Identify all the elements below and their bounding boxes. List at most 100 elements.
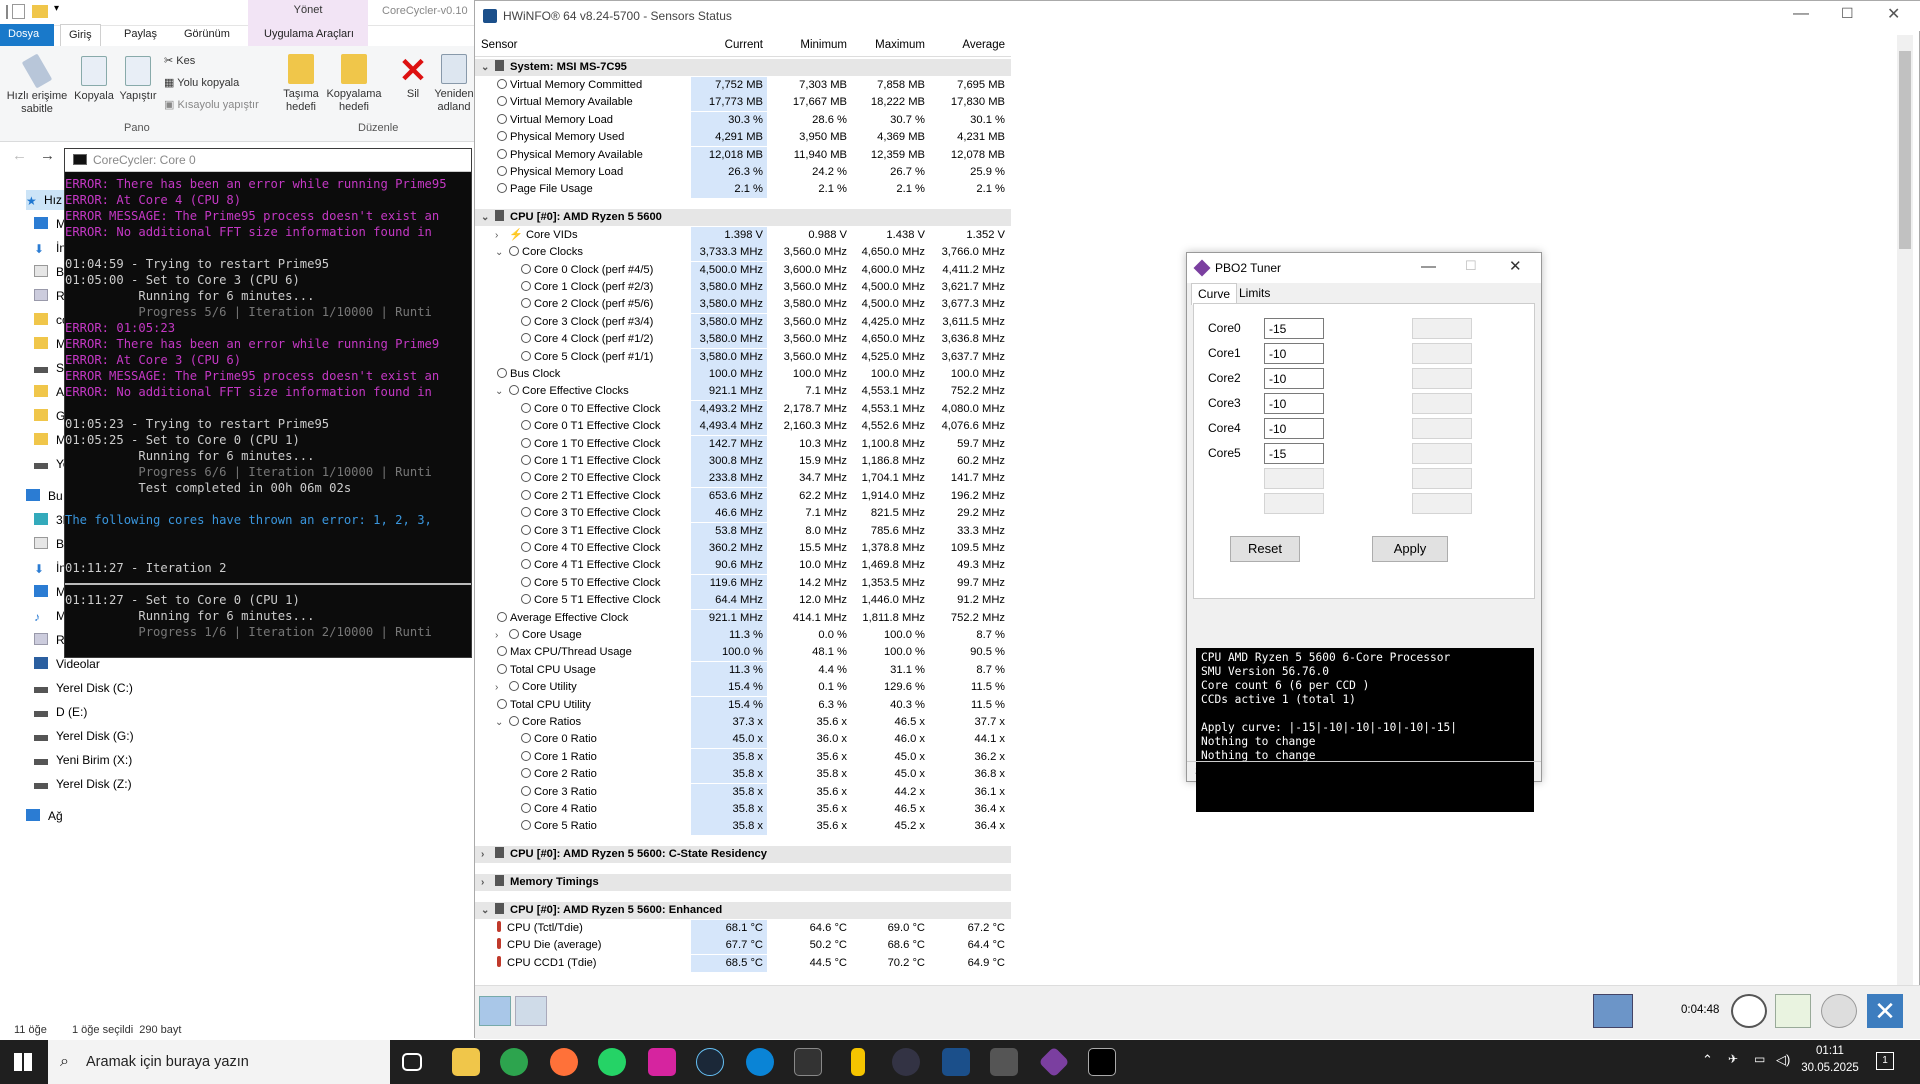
sensor-row[interactable]: Core 4 Ratio 35.8 x 35.6 x 46.5 x 36.4 x (475, 801, 1011, 818)
cut-button[interactable]: ✂ Kes (164, 54, 195, 67)
sensor-row[interactable]: Core 4 T1 Effective Clock 90.6 MHz 10.0 MH… (475, 557, 1011, 575)
arrows-left-right-icon[interactable] (515, 996, 547, 1026)
back-arrow-icon[interactable]: ← (12, 147, 27, 164)
network-icon[interactable] (1593, 994, 1633, 1028)
sensor-row[interactable]: Physical Memory Available 12,018 MB 11,940… (475, 146, 1011, 164)
move-to-button[interactable]: Taşıma hedefi (278, 54, 324, 114)
sensor-row[interactable]: Core 4 Clock (perf #1/2) 3,580.0 MHz 3,560… (475, 331, 1011, 349)
nav-item[interactable]: M (34, 214, 66, 234)
clock-time[interactable]: 01:11 (1800, 1045, 1860, 1057)
collapse-chevron-icon[interactable]: ⌄ (481, 902, 489, 919)
core0-offset-input[interactable] (1264, 318, 1324, 339)
sensor-row[interactable]: Core 5 T1 Effective Clock 64.4 MHz 12.0 MH… (475, 592, 1011, 610)
clock-date[interactable]: 30.05.2025 (1800, 1062, 1860, 1074)
sensor-row[interactable]: ⌄ Core Clocks 3,733.3 MHz 3,560.0 MHz 4,650.… (475, 244, 1011, 262)
windows-start-icon[interactable] (14, 1053, 32, 1071)
arrows-left-right-icon[interactable] (479, 996, 511, 1026)
nav-drive-z[interactable]: Yerel Disk (Z:) (34, 774, 132, 794)
reset-button[interactable]: Reset (1230, 536, 1300, 562)
network-tray-icon[interactable]: ▭ (1754, 1052, 1765, 1066)
tray-app-icon[interactable]: ✈ (1728, 1052, 1738, 1066)
expand-chevron-icon[interactable]: › (495, 627, 498, 644)
nav-drive-c[interactable]: Yerel Disk (C:) (34, 678, 133, 698)
dropdown-icon[interactable]: ▾ (54, 3, 59, 14)
core3-offset-input[interactable] (1264, 393, 1324, 414)
col-sensor[interactable]: Sensor (481, 39, 517, 51)
sensor-section-header[interactable]: ⌄ CPU [#0]: AMD Ryzen 5 5600 (475, 208, 1011, 226)
taskbar-search-box[interactable]: ⌕ Aramak için buraya yazın (48, 1040, 390, 1084)
expand-chevron-icon[interactable]: › (481, 846, 484, 863)
sensor-row[interactable]: Core 0 Ratio 45.0 x 36.0 x 46.0 x 44.1 x (475, 731, 1011, 749)
report-icon[interactable] (1775, 994, 1811, 1028)
tab-limits[interactable]: Limits (1233, 283, 1276, 305)
copy-path-button[interactable]: ▦ Yolu kopyala (164, 76, 239, 89)
file-explorer-taskbar-icon[interactable] (452, 1048, 480, 1076)
nav-item[interactable]: Al (34, 382, 67, 402)
sensor-section-header[interactable]: › Memory Timings (475, 873, 1011, 891)
console-output[interactable]: ERROR: There has been an error while run… (65, 176, 471, 640)
rename-button[interactable]: Yeniden adland (434, 54, 474, 114)
copy-to-button[interactable]: Kopyalama hedefi (326, 54, 382, 114)
core1-offset-input[interactable] (1264, 343, 1324, 364)
sensor-row[interactable]: Virtual Memory Available 17,773 MB 17,667 … (475, 94, 1011, 112)
sensor-row[interactable]: Total CPU Utility 15.4 % 6.3 % 40.3 % 11.5 % (475, 696, 1011, 714)
sensor-row[interactable]: Virtual Memory Load 30.3 % 28.6 % 30.7 % 30.… (475, 111, 1011, 129)
pbo-minimize-button[interactable]: — (1421, 258, 1436, 275)
sensor-section-header[interactable]: ⌄ System: MSI MS-7C95 (475, 59, 1011, 76)
nav-drive-x[interactable]: Yeni Birim (X:) (34, 750, 132, 770)
whatsapp-icon[interactable] (598, 1048, 626, 1076)
nav-item[interactable]: ⬇ İn (34, 238, 66, 258)
tray-chevron-icon[interactable]: ⌃ (1702, 1052, 1713, 1068)
sensor-section-header[interactable]: › CPU [#0]: AMD Ryzen 5 5600: C-State Res… (475, 845, 1011, 863)
tab-app-tools[interactable]: Uygulama Araçları (256, 24, 362, 46)
sensor-row[interactable]: Bus Clock 100.0 MHz 100.0 MHz 100.0 MHz 100.… (475, 366, 1011, 383)
sensor-row[interactable]: Core 5 Ratio 35.8 x 35.6 x 45.2 x 36.4 x (475, 818, 1011, 836)
nav-network[interactable]: Ağ (26, 806, 63, 826)
firefox-icon[interactable] (550, 1048, 578, 1076)
settings-gear-icon[interactable] (1821, 994, 1857, 1028)
tab-curve[interactable]: Curve (1191, 283, 1238, 305)
sensor-row[interactable]: Physical Memory Load 26.3 % 24.2 % 26.7 % 25… (475, 164, 1011, 181)
sensor-row[interactable]: Core 2 T1 Effective Clock 653.6 MHz 62.2 M… (475, 487, 1011, 505)
properties-icon[interactable] (12, 4, 25, 19)
folder-icon[interactable] (32, 5, 48, 18)
app-icon[interactable] (794, 1048, 822, 1076)
core5-offset-input[interactable] (1264, 443, 1324, 464)
sensor-row[interactable]: Core 3 Clock (perf #3/4) 3,580.0 MHz 3,560… (475, 313, 1011, 331)
pbo-close-button[interactable]: ✕ (1509, 257, 1522, 275)
nav-drive-e[interactable]: D (E:) (34, 702, 87, 722)
forward-arrow-icon[interactable]: → (40, 147, 55, 164)
chrome-icon[interactable] (500, 1048, 528, 1076)
sensor-row[interactable]: Core 4 T0 Effective Clock 360.2 MHz 15.5 M… (475, 540, 1011, 557)
sensor-row[interactable]: Page File Usage 2.1 % 2.1 % 2.1 % 2.1 % (475, 181, 1011, 199)
sensor-row[interactable]: ⌄ Core Effective Clocks 921.1 MHz 7.1 MHz 4,… (475, 383, 1011, 401)
app-icon[interactable] (892, 1048, 920, 1076)
scrollbar-thumb[interactable] (1899, 51, 1911, 249)
sensor-row[interactable]: Core 0 T0 Effective Clock 4,493.2 MHz 2,17… (475, 400, 1011, 418)
core4-offset-input[interactable] (1264, 418, 1324, 439)
task-view-icon[interactable] (402, 1053, 422, 1071)
sensor-row[interactable]: › Core Utility 15.4 % 0.1 % 129.6 % 11.5 % (475, 679, 1011, 697)
sensor-row[interactable]: Core 0 T1 Effective Clock 4,493.4 MHz 2,16… (475, 418, 1011, 436)
pbo2-taskbar-icon[interactable] (1038, 1046, 1070, 1078)
collapse-chevron-icon[interactable]: ⌄ (495, 244, 503, 261)
nav-drive-g[interactable]: Yerel Disk (G:) (34, 726, 134, 746)
sensor-row[interactable]: Max CPU/Thread Usage 100.0 % 48.1 % 100.0 %… (475, 644, 1011, 662)
close-button[interactable]: ✕ (1887, 4, 1900, 24)
apply-button[interactable]: Apply (1372, 536, 1448, 562)
sensor-section-header[interactable]: ⌄ CPU [#0]: AMD Ryzen 5 5600: Enhanced (475, 901, 1011, 919)
clock-icon[interactable] (1731, 994, 1767, 1028)
nav-quick-access[interactable]: ★ Hız (26, 190, 66, 210)
sensor-row[interactable]: Core 2 Clock (perf #5/6) 3,580.0 MHz 3,580… (475, 296, 1011, 314)
col-average[interactable]: Average (929, 39, 1005, 51)
steam-icon[interactable] (696, 1048, 724, 1076)
tab-file[interactable]: Dosya (0, 24, 54, 46)
nav-item[interactable]: ⬇ İn (34, 558, 66, 578)
sensor-row[interactable]: CPU (Tctl/Tdie) 68.1 °C 64.6 °C 69.0 °C 67.2… (475, 919, 1011, 937)
col-minimum[interactable]: Minimum (771, 39, 847, 51)
sensor-row[interactable]: Core 1 T1 Effective Clock 300.8 MHz 15.9 M… (475, 453, 1011, 470)
notification-icon[interactable]: 1 (1876, 1052, 1894, 1070)
sensor-row[interactable]: Core 5 T0 Effective Clock 119.6 MHz 14.2 M… (475, 574, 1011, 592)
expand-chevron-icon[interactable]: › (481, 874, 484, 891)
app-icon[interactable] (746, 1048, 774, 1076)
